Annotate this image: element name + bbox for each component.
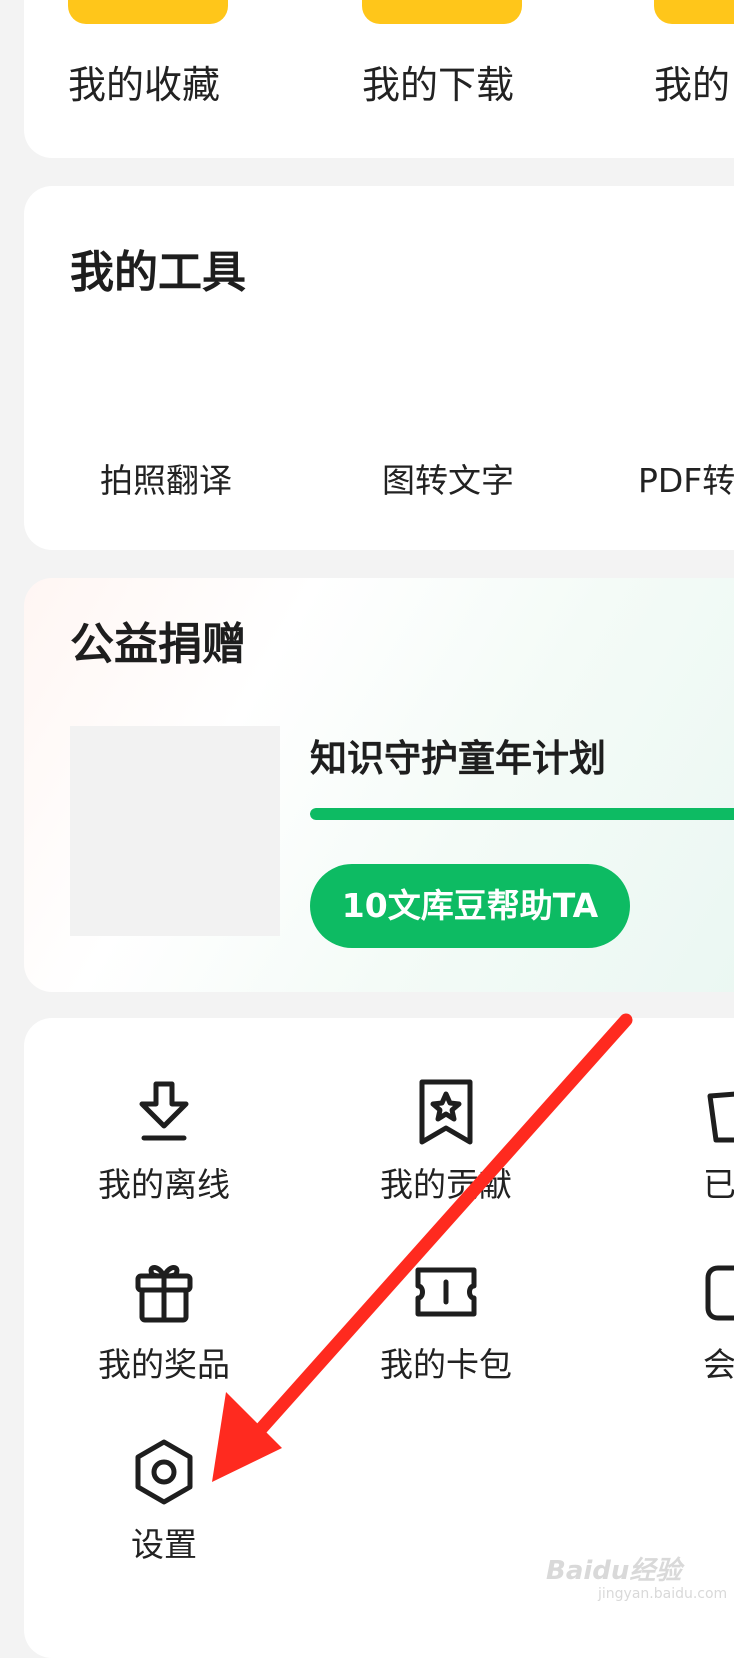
- menu-label-contribution: 我的贡献: [380, 1165, 512, 1204]
- charity-progress-fill: [310, 808, 734, 820]
- menu-label-offline: 我的离线: [98, 1165, 230, 1204]
- menu-item-purchased[interactable]: 已购: [636, 1078, 734, 1206]
- charity-donation-card: 公益捐赠 知识守护童年计划 10文库豆帮助TA: [24, 578, 734, 992]
- charity-progress-bar: [310, 808, 734, 820]
- third-shortcut-icon[interactable]: [654, 0, 734, 24]
- menu-item-card-wallet[interactable]: 我的卡包: [346, 1258, 546, 1386]
- menu-item-offline[interactable]: 我的离线: [64, 1078, 264, 1206]
- donate-button[interactable]: 10文库豆帮助TA: [310, 864, 630, 948]
- my-tools-card: 我的工具 拍照翻译 图转文字 PDF转: [24, 186, 734, 550]
- menu-item-contribution[interactable]: 我的贡献: [346, 1078, 546, 1206]
- quick-access-card: 我的收藏 我的下载 我的: [24, 0, 734, 158]
- menu-item-membership[interactable]: 会员: [636, 1258, 734, 1386]
- membership-icon: [705, 1265, 734, 1321]
- baidu-watermark: Baidu经验: [546, 1556, 682, 1586]
- menu-label-prizes: 我的奖品: [98, 1345, 230, 1384]
- favorites-label[interactable]: 我的收藏: [68, 54, 220, 109]
- purchased-bag-icon: [707, 1091, 734, 1143]
- section-title-charity: 公益捐赠: [70, 619, 246, 670]
- settings-hexagon-icon: [135, 1439, 193, 1505]
- offline-download-icon: [139, 1081, 189, 1141]
- ticket-icon: [415, 1267, 477, 1317]
- third-shortcut-label[interactable]: 我的: [654, 54, 730, 109]
- tool-photo-translate[interactable]: 拍照翻译: [100, 454, 232, 502]
- contribution-star-icon: [419, 1079, 473, 1145]
- menu-item-settings[interactable]: 设置: [64, 1438, 264, 1566]
- downloads-icon[interactable]: [362, 0, 522, 24]
- gift-icon: [135, 1265, 193, 1323]
- favorites-icon[interactable]: [68, 0, 228, 24]
- baidu-watermark-url: jingyan.baidu.com: [598, 1586, 728, 1602]
- tool-pdf-convert[interactable]: PDF转: [638, 454, 734, 502]
- menu-label-membership: 会员: [703, 1345, 734, 1384]
- downloads-label[interactable]: 我的下载: [362, 54, 514, 109]
- menu-label-card-wallet: 我的卡包: [380, 1345, 512, 1384]
- menu-label-settings: 设置: [131, 1525, 197, 1564]
- charity-project-image[interactable]: [70, 726, 280, 936]
- charity-project-title[interactable]: 知识守护童年计划: [310, 728, 606, 782]
- section-title-tools: 我的工具: [70, 247, 246, 298]
- menu-label-purchased: 已购: [703, 1165, 734, 1204]
- tool-image-to-text[interactable]: 图转文字: [382, 454, 514, 502]
- menu-item-prizes[interactable]: 我的奖品: [64, 1258, 264, 1386]
